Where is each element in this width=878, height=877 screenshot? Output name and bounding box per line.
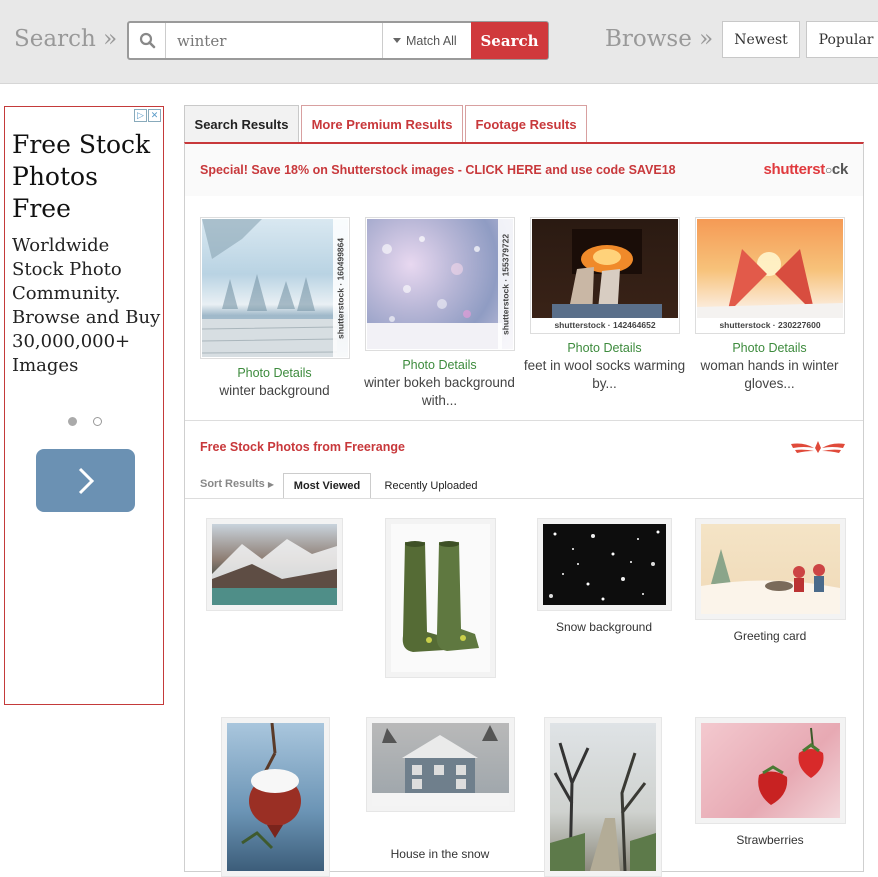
ad-title[interactable]: Free Stock Photos Free — [12, 129, 162, 225]
freerange-title: Free Stock Photos from Freerange — [200, 440, 405, 454]
premium-watermark: shutterstock · 155379722 — [498, 219, 513, 349]
photo-details-link[interactable]: Photo Details — [522, 341, 687, 355]
carousel-dot[interactable] — [93, 417, 102, 426]
premium-thumb[interactable]: shutterstock · 142464652 — [530, 217, 680, 334]
premium-watermark: shutterstock · 160499864 — [333, 219, 348, 357]
tab-search-results[interactable]: Search Results — [184, 105, 299, 143]
search-label: Search » — [14, 26, 118, 52]
match-all-dropdown[interactable]: Match All — [382, 23, 471, 58]
free-photo-thumb[interactable] — [544, 717, 662, 877]
photo-details-link[interactable]: Photo Details — [357, 358, 522, 372]
sort-most-viewed[interactable]: Most Viewed — [283, 473, 371, 498]
promo-text[interactable]: Special! Save 18% on Shutterstock images… — [200, 163, 676, 177]
photo-description[interactable]: woman hands in winter gloves... — [687, 357, 852, 393]
match-all-label: Match All — [406, 33, 457, 48]
premium-watermark: shutterstock · 230227600 — [697, 318, 843, 332]
caret-down-icon — [393, 38, 401, 43]
photo-description[interactable]: winter bokeh background with... — [357, 374, 522, 410]
ad-banner[interactable]: ▷ ✕ Free Stock Photos Free Worldwide Sto… — [4, 106, 164, 705]
search-button[interactable]: Search — [471, 22, 548, 59]
free-photo-caption[interactable]: House in the snow — [365, 847, 515, 861]
top-bar: Search » Match All Search Browse » Newes… — [0, 0, 878, 84]
free-photo-thumb[interactable] — [221, 717, 330, 877]
free-photo-caption[interactable]: Strawberries — [695, 833, 845, 847]
browse-label: Browse » — [605, 26, 714, 52]
search-input[interactable] — [177, 30, 377, 52]
photo-details-link[interactable]: Photo Details — [687, 341, 852, 355]
premium-thumb[interactable]: shutterstock · 160499864 — [200, 217, 350, 359]
tab-footage-results[interactable]: Footage Results — [465, 105, 587, 143]
free-photo-thumb[interactable] — [366, 717, 515, 812]
ad-info-icon[interactable]: ▷ — [134, 109, 147, 122]
newest-button[interactable]: Newest — [722, 21, 800, 58]
chevron-right-icon — [78, 467, 94, 494]
results-panel: Special! Save 18% on Shutterstock images… — [184, 142, 864, 877]
sort-recently-uploaded[interactable]: Recently Uploaded — [377, 473, 485, 498]
section-divider — [185, 420, 863, 421]
sort-results-label: Sort Results ▶ — [200, 478, 275, 490]
promo-banner[interactable]: Special! Save 18% on Shutterstock images… — [185, 144, 863, 196]
ad-close-icon[interactable]: ✕ — [148, 109, 161, 122]
premium-thumb[interactable]: shutterstock · 230227600 — [695, 217, 845, 334]
free-photo-caption[interactable]: Snow background — [529, 620, 679, 634]
ad-body: Worldwide Stock Photo Community. Browse … — [12, 235, 161, 376]
free-photo-thumb[interactable] — [537, 518, 672, 611]
carousel-dot-active[interactable] — [68, 417, 77, 426]
photo-description[interactable]: winter background — [192, 382, 357, 400]
premium-watermark: shutterstock · 142464652 — [532, 318, 678, 332]
search-box: Match All Search — [127, 21, 549, 60]
free-photo-thumb[interactable] — [385, 518, 496, 678]
photo-description[interactable]: feet in wool socks warming by... — [522, 357, 687, 393]
free-photo-thumb[interactable] — [206, 518, 343, 611]
shutterstock-logo[interactable]: shutterst○ck — [763, 161, 848, 178]
free-photo-thumb[interactable] — [695, 518, 846, 620]
ad-next-button[interactable] — [36, 449, 135, 512]
tab-more-premium-results[interactable]: More Premium Results — [301, 105, 463, 143]
ad-carousel-dots — [68, 417, 102, 426]
popular-button[interactable]: Popular — [806, 21, 878, 58]
photo-details-link[interactable]: Photo Details — [192, 366, 357, 380]
triangle-right-icon: ▶ — [267, 480, 275, 489]
sort-divider — [185, 498, 863, 499]
freerange-logo[interactable] — [789, 438, 847, 461]
search-icon[interactable] — [129, 23, 166, 58]
premium-thumb[interactable]: shutterstock · 155379722 — [365, 217, 515, 351]
free-photo-thumb[interactable] — [695, 717, 846, 824]
ad-choices[interactable]: ▷ ✕ — [134, 109, 161, 122]
free-photo-caption[interactable]: Greeting card — [695, 629, 845, 643]
